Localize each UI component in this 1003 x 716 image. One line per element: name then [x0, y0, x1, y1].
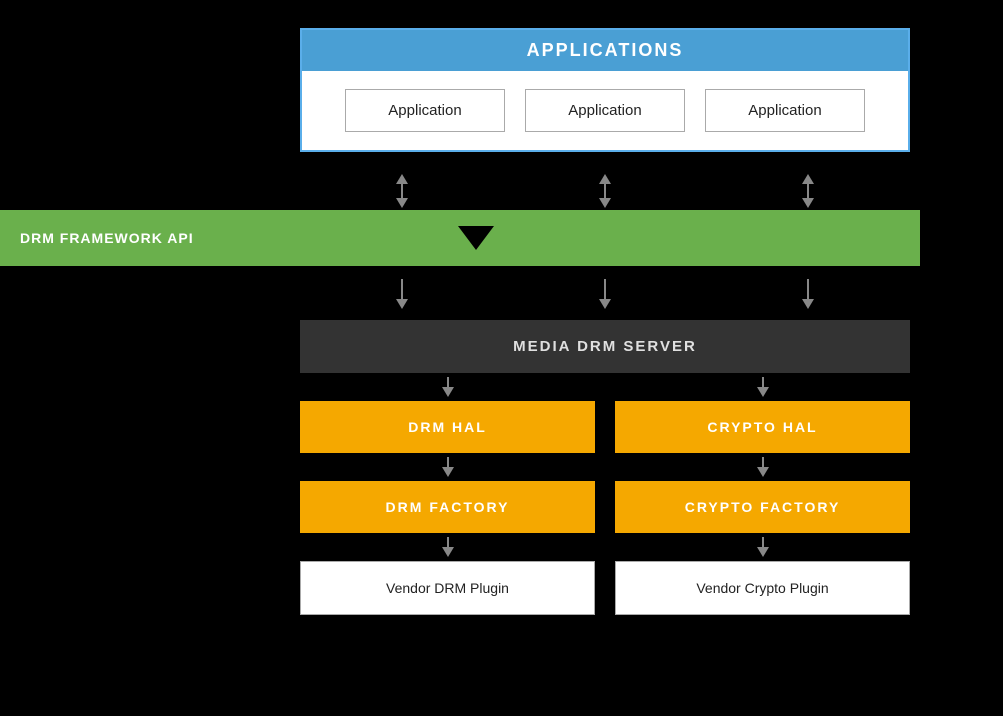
arrow-hf-2: [615, 453, 910, 481]
crypto-hal-box: CRYPTO HAL: [615, 401, 910, 453]
arrows-server-hal: [300, 373, 910, 401]
arrow-up-3: [802, 174, 814, 184]
applications-block: APPLICATIONS Application Application App…: [300, 28, 910, 152]
vendor-crypto-plugin-box: Vendor Crypto Plugin: [615, 561, 910, 615]
tri-hf-2: [757, 467, 769, 477]
line-hf-2: [762, 457, 764, 467]
lower-section: MEDIA DRM SERVER DRM HAL CRYPTO HAL: [300, 320, 910, 615]
arrow-down-3: [802, 198, 814, 208]
vert-line-lower-3: [807, 279, 809, 299]
tri-fp-2: [757, 547, 769, 557]
arrows-apps-drm: [300, 170, 910, 212]
vert-line-2: [604, 184, 606, 198]
drm-framework-section: DRM FRAMEWORK API: [0, 210, 920, 266]
drm-hal-box: DRM HAL: [300, 401, 595, 453]
applications-section: APPLICATIONS Application Application App…: [300, 28, 910, 152]
drm-framework-label: DRM FRAMEWORK API: [0, 210, 215, 266]
line-fp-1: [447, 537, 449, 547]
app-box-1: Application: [345, 89, 505, 132]
plugin-row: Vendor DRM Plugin Vendor Crypto Plugin: [300, 561, 910, 615]
line-sh-1: [447, 377, 449, 387]
tri-down-lower-2: [599, 299, 611, 309]
tri-down-lower-3: [802, 299, 814, 309]
arrow-fp-2: [615, 533, 910, 561]
applications-apps: Application Application Application: [302, 71, 908, 150]
tri-down-lower-1: [396, 299, 408, 309]
tri-sh-2: [757, 387, 769, 397]
arrow-down-2: [599, 198, 611, 208]
tri-fp-1: [442, 547, 454, 557]
vendor-drm-plugin-box: Vendor DRM Plugin: [300, 561, 595, 615]
arrows-hal-factory: [300, 453, 910, 481]
arrow-lower-3: [717, 265, 900, 323]
arrow-server-hal-1: [300, 373, 595, 401]
vert-line-3: [807, 184, 809, 198]
tri-sh-1: [442, 387, 454, 397]
arrow-server-hal-2: [615, 373, 910, 401]
drm-notch: [458, 226, 494, 250]
arrow-col-1: [310, 170, 493, 212]
arrow-down-1: [396, 198, 408, 208]
vert-line-1: [401, 184, 403, 198]
app-box-2: Application: [525, 89, 685, 132]
media-drm-server: MEDIA DRM SERVER: [300, 320, 910, 373]
arrow-up-2: [599, 174, 611, 184]
arrow-fp-1: [300, 533, 595, 561]
arrow-col-2: [513, 170, 696, 212]
arrow-col-3: [717, 170, 900, 212]
line-hf-1: [447, 457, 449, 467]
factory-row: DRM FACTORY CRYPTO FACTORY: [300, 481, 910, 533]
line-fp-2: [762, 537, 764, 547]
vert-line-lower-1: [401, 279, 403, 299]
arrows-drm-lower: [300, 265, 910, 323]
line-sh-2: [762, 377, 764, 387]
tri-hf-1: [442, 467, 454, 477]
arrow-lower-2: [513, 265, 696, 323]
drm-factory-box: DRM FACTORY: [300, 481, 595, 533]
arrow-lower-1: [310, 265, 493, 323]
drm-framework-right: [215, 210, 920, 266]
crypto-factory-box: CRYPTO FACTORY: [615, 481, 910, 533]
vert-line-lower-2: [604, 279, 606, 299]
arrow-hf-1: [300, 453, 595, 481]
hal-row: DRM HAL CRYPTO HAL: [300, 401, 910, 453]
diagram: APPLICATIONS Application Application App…: [0, 0, 1003, 716]
app-box-3: Application: [705, 89, 865, 132]
arrows-factory-plugin: [300, 533, 910, 561]
arrow-up-1: [396, 174, 408, 184]
applications-header: APPLICATIONS: [302, 30, 908, 71]
